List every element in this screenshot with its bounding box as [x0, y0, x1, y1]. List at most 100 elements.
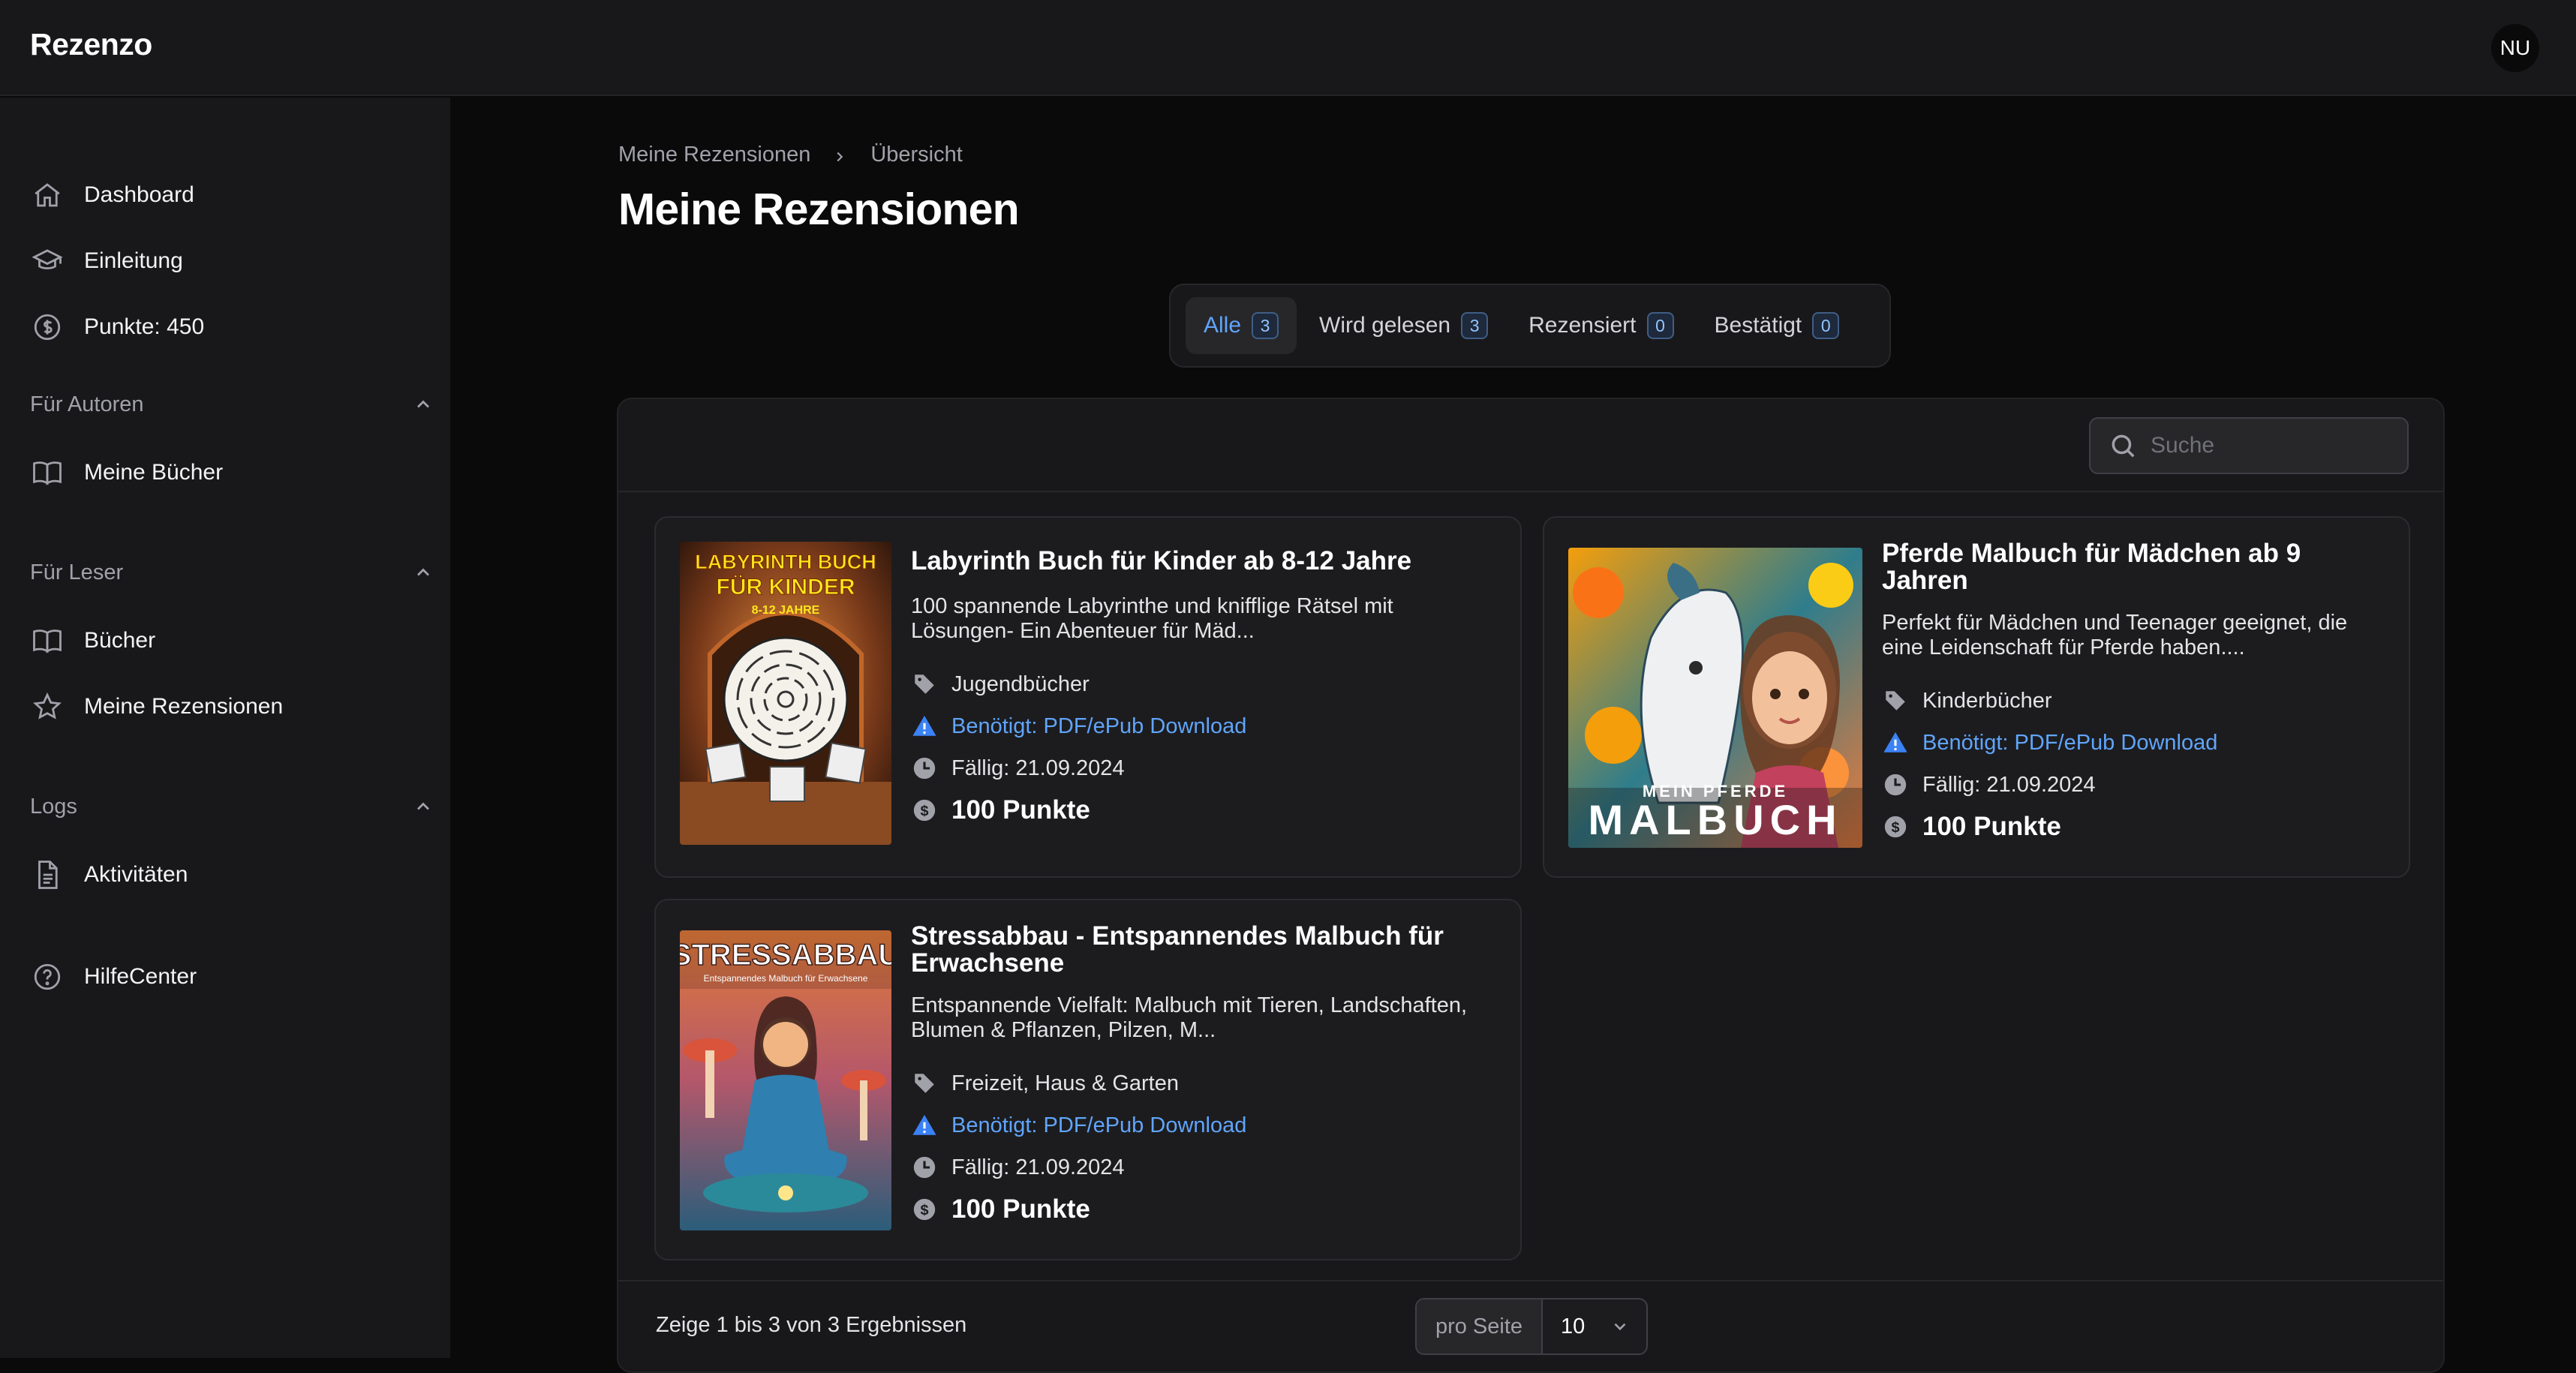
book-points: $ 100 Punkte — [911, 1194, 1090, 1224]
download-requirement-link[interactable]: Benötigt: PDF/ePub Download — [911, 713, 1246, 740]
sidebar-item-buecher[interactable]: Bücher — [30, 618, 155, 663]
section-logs[interactable]: Logs — [30, 795, 435, 819]
dollar-circle-icon: $ — [1882, 813, 1909, 840]
category-label: Kinderbücher — [1922, 688, 2052, 713]
page-title: Meine Rezensionen — [618, 185, 1020, 234]
clock-icon — [911, 1154, 938, 1181]
book-card[interactable]: LABYRINTH BUCH FÜR KINDER 8-12 JAHRE Lab… — [654, 516, 1522, 878]
book-card[interactable]: MEIN PFERDE MALBUCH Pferde Malbuch für M… — [1543, 516, 2410, 878]
book-card[interactable]: STRESSABBAU Entspannendes Malbuch für Er… — [654, 899, 1522, 1260]
tab-rezensiert[interactable]: Rezensiert 0 — [1510, 297, 1691, 354]
points-label: 100 Punkte — [951, 1194, 1090, 1224]
divider — [618, 1280, 2443, 1281]
book-title[interactable]: Labyrinth Buch für Kinder ab 8-12 Jahre — [911, 548, 1496, 575]
section-fuer-autoren[interactable]: Für Autoren — [30, 392, 435, 417]
document-icon — [30, 858, 65, 892]
book-cover[interactable]: LABYRINTH BUCH FÜR KINDER 8-12 JAHRE — [680, 542, 891, 845]
user-avatar[interactable]: NU — [2491, 24, 2539, 72]
cover-title-line: STRESSABBAU — [680, 939, 891, 972]
chevron-down-icon — [1614, 1323, 1626, 1331]
sidebar-item-meine-rezensionen[interactable]: Meine Rezensionen — [30, 684, 283, 729]
reviews-panel: Suche LABYRINTH BUCH FÜR KINDER 8-12 JAH… — [617, 398, 2445, 1373]
cover-title-line: FÜR KINDER — [717, 575, 855, 599]
tab-label: Rezensiert — [1528, 313, 1637, 338]
per-page-label: pro Seite — [1417, 1299, 1543, 1353]
download-requirement-link[interactable]: Benötigt: PDF/ePub Download — [1882, 729, 2217, 756]
category-label: Jugendbücher — [951, 671, 1090, 696]
section-label: Für Autoren — [30, 392, 144, 416]
sidebar-item-label: Bücher — [84, 628, 156, 653]
search-placeholder: Suche — [2151, 433, 2215, 458]
breadcrumb-current: Übersicht — [870, 143, 963, 167]
requirement-label: Benötigt: PDF/ePub Download — [951, 1113, 1247, 1137]
sidebar-item-label: Punkte: 450 — [84, 314, 205, 339]
book-open-icon — [30, 455, 65, 490]
category-label: Freizeit, Haus & Garten — [951, 1071, 1179, 1095]
sidebar: Dashboard Einleitung Punkte: 450 Für Aut… — [0, 98, 450, 1358]
svg-text:$: $ — [1891, 819, 1899, 836]
sidebar-item-hilfecenter[interactable]: HilfeCenter — [30, 954, 197, 999]
due-label: Fällig: 21.09.2024 — [951, 756, 1125, 780]
book-description: Perfekt für Mädchen und Teenager geeigne… — [1882, 611, 2348, 659]
sidebar-item-label: Einleitung — [84, 248, 183, 273]
top-bar: Rezenzo NU — [0, 0, 2576, 96]
book-points: $ 100 Punkte — [1882, 812, 2061, 842]
chevron-right-icon — [831, 146, 849, 164]
book-due-date: Fällig: 21.09.2024 — [911, 1154, 1125, 1181]
cover-subtitle: Entspannendes Malbuch für Erwachsene — [704, 973, 868, 984]
due-label: Fällig: 21.09.2024 — [951, 1155, 1125, 1179]
brand-logo[interactable]: Rezenzo — [30, 27, 152, 62]
count-badge: 0 — [1646, 312, 1674, 339]
due-label: Fällig: 21.09.2024 — [1922, 772, 2096, 797]
sidebar-item-label: Meine Rezensionen — [84, 694, 284, 719]
panel-header: Suche — [618, 399, 2443, 492]
section-fuer-leser[interactable]: Für Leser — [30, 560, 435, 585]
tab-label: Alle — [1204, 313, 1242, 338]
dollar-circle-icon — [30, 310, 65, 344]
book-open-icon — [30, 623, 65, 658]
tab-label: Wird gelesen — [1319, 313, 1451, 338]
sidebar-item-meine-buecher[interactable]: Meine Bücher — [30, 450, 223, 495]
results-summary: Zeige 1 bis 3 von 3 Ergebnissen — [656, 1313, 967, 1337]
per-page-select[interactable]: pro Seite 10 — [1415, 1298, 1648, 1355]
dollar-circle-icon: $ — [911, 1196, 938, 1223]
sidebar-item-label: Meine Bücher — [84, 460, 224, 485]
tag-icon — [911, 671, 938, 698]
book-title[interactable]: Pferde Malbuch für Mädchen ab 9 Jahren — [1882, 540, 2392, 594]
book-due-date: Fällig: 21.09.2024 — [1882, 771, 2096, 798]
warning-icon — [1882, 729, 1909, 756]
book-category: Kinderbücher — [1882, 687, 2052, 714]
sidebar-item-aktivitaeten[interactable]: Aktivitäten — [30, 852, 188, 897]
tab-wird-gelesen[interactable]: Wird gelesen 3 — [1301, 297, 1506, 354]
status-tabs: Alle 3 Wird gelesen 3 Rezensiert 0 Bestä… — [1169, 284, 1891, 368]
cover-title-line: LABYRINTH BUCH — [695, 551, 876, 573]
sidebar-item-label: HilfeCenter — [84, 964, 197, 989]
book-cover[interactable]: MEIN PFERDE MALBUCH — [1568, 548, 1862, 848]
sidebar-item-label: Aktivitäten — [84, 862, 188, 887]
sidebar-item-einleitung[interactable]: Einleitung — [30, 239, 183, 284]
book-cover[interactable]: STRESSABBAU Entspannendes Malbuch für Er… — [680, 930, 891, 1230]
tab-label: Bestätigt — [1714, 313, 1802, 338]
requirement-label: Benötigt: PDF/ePub Download — [951, 714, 1247, 738]
warning-icon — [911, 1112, 938, 1139]
search-input[interactable]: Suche — [2089, 417, 2409, 474]
sidebar-item-dashboard[interactable]: Dashboard — [30, 173, 194, 218]
breadcrumb-parent[interactable]: Meine Rezensionen — [618, 143, 810, 167]
book-description: 100 spannende Labyrinthe und knifflige R… — [911, 594, 1393, 643]
chevron-up-icon — [413, 394, 435, 416]
clock-icon — [911, 755, 938, 782]
dollar-circle-icon: $ — [911, 797, 938, 824]
count-badge: 3 — [1461, 312, 1489, 339]
sidebar-item-punkte[interactable]: Punkte: 450 — [30, 305, 204, 350]
download-requirement-link[interactable]: Benötigt: PDF/ePub Download — [911, 1112, 1246, 1139]
tab-bestaetigt[interactable]: Bestätigt 0 — [1697, 297, 1858, 354]
book-title[interactable]: Stressabbau - Entspannendes Malbuch für … — [911, 923, 1504, 977]
breadcrumb: Meine Rezensionen Übersicht — [618, 143, 963, 167]
graduation-cap-icon — [30, 244, 65, 278]
tab-alle[interactable]: Alle 3 — [1186, 297, 1297, 354]
warning-icon — [911, 713, 938, 740]
cover-title-line: MALBUCH — [1588, 796, 1842, 843]
svg-text:$: $ — [920, 803, 928, 819]
tag-icon — [911, 1070, 938, 1097]
requirement-label: Benötigt: PDF/ePub Download — [1922, 730, 2218, 755]
